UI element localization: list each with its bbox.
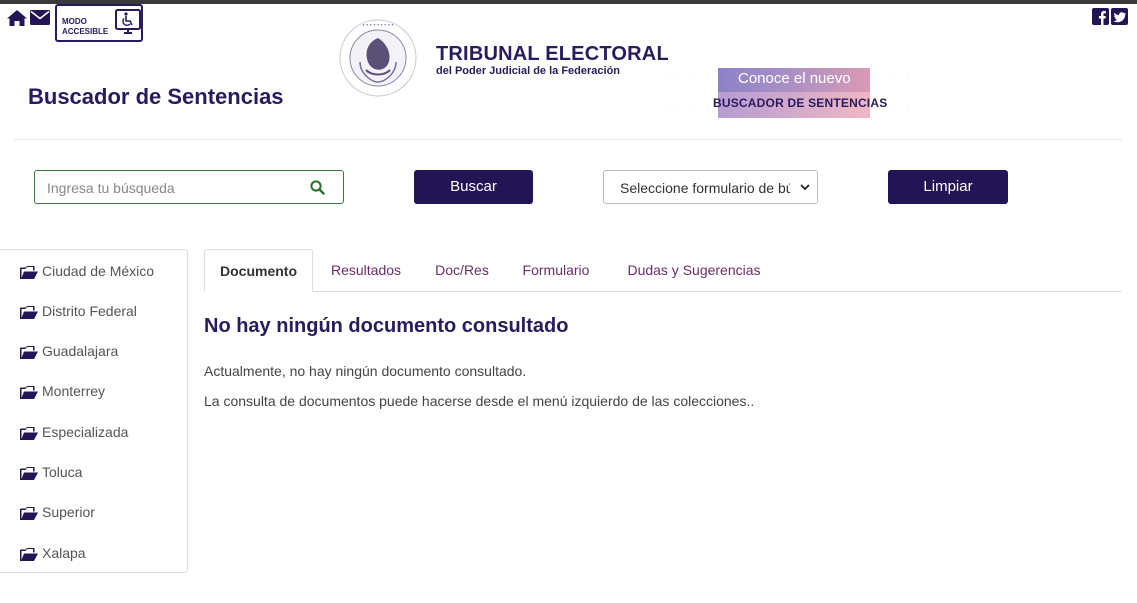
search-box[interactable] (34, 170, 344, 204)
content-paragraph: Actualmente, no hay ningún documento con… (204, 363, 527, 379)
home-icon[interactable] (6, 9, 28, 32)
clear-button[interactable]: Limpiar (888, 170, 1008, 204)
sidebar-item-label: Superior (42, 504, 95, 520)
banner-line1: Conoce el nuevo (738, 70, 851, 87)
page-title: Buscador de Sentencias (28, 84, 284, 109)
form-select-value: Seleccione formulario de bú (620, 180, 790, 196)
sidebar-item-label: Distrito Federal (42, 303, 137, 319)
header-divider (14, 139, 1122, 140)
org-subtitle: del Poder Judicial de la Federación (436, 65, 621, 77)
chevron-down-icon (799, 180, 811, 197)
search-input[interactable] (45, 177, 299, 199)
collections-sidebar: Ciudad de México Distrito Federal Guadalaj… (0, 249, 188, 573)
org-title: TRIBUNAL ELECTORAL (436, 43, 669, 65)
tab-doc-res[interactable]: Doc/Res (426, 249, 498, 291)
folder-open-icon (20, 306, 38, 319)
accessible-mode-label: MODO ACCESIBLE (62, 17, 108, 37)
mail-icon[interactable] (30, 10, 50, 30)
sidebar-item-label: Ciudad de México (42, 263, 155, 279)
sidebar-item-label: Xalapa (42, 545, 86, 561)
folder-open-icon (20, 548, 38, 561)
banner-line2: BUSCADOR DE SENTENCIAS (713, 96, 888, 110)
top-bar (0, 0, 1137, 4)
content-paragraph: La consulta de documentos puede hacerse … (204, 393, 755, 409)
folder-open-icon (20, 507, 38, 520)
search-button[interactable]: Buscar (414, 170, 533, 204)
mexico-seal-logo: • • • • • • • • • (338, 18, 418, 103)
banner-decoration: · · · · (870, 70, 916, 92)
sidebar-item-label: Toluca (42, 464, 83, 480)
sidebar-item-label: Guadalajara (42, 343, 119, 359)
folder-open-icon (20, 346, 38, 359)
form-select[interactable]: Seleccione formulario de bú (603, 170, 818, 204)
folder-open-icon (20, 427, 38, 440)
tab-bar: Documento Resultados Doc/Res Formulario … (204, 249, 1122, 292)
folder-open-icon (20, 467, 38, 480)
tab-dudas-sugerencias[interactable]: Dudas y Sugerencias (614, 249, 774, 291)
accessible-mode-button[interactable]: MODO ACCESIBLE (55, 4, 143, 42)
folder-open-icon (20, 266, 38, 279)
svg-text:• • • • • • • • •: • • • • • • • • • (363, 23, 394, 29)
tab-resultados[interactable]: Resultados (322, 249, 410, 291)
sidebar-item-label: Monterrey (42, 383, 106, 399)
content-heading: No hay ningún documento consultado (204, 315, 569, 337)
wheelchair-monitor-icon (115, 9, 141, 42)
sidebar-item-label: Especializada (42, 424, 129, 440)
search-icon[interactable] (310, 180, 325, 200)
org-heading: TRIBUNAL ELECTORAL del Poder Judicial de… (436, 43, 669, 78)
accessible-mode-text: MODO ACCESIBLE (62, 17, 109, 36)
new-search-banner[interactable]: · · · · · · · · · · · · · · · · Conoce e… (670, 68, 920, 124)
facebook-icon[interactable] (1092, 8, 1109, 30)
folder-open-icon (20, 386, 38, 399)
tab-formulario[interactable]: Formulario (514, 249, 598, 291)
tab-documento[interactable]: Documento (204, 249, 313, 292)
twitter-icon[interactable] (1111, 8, 1128, 30)
